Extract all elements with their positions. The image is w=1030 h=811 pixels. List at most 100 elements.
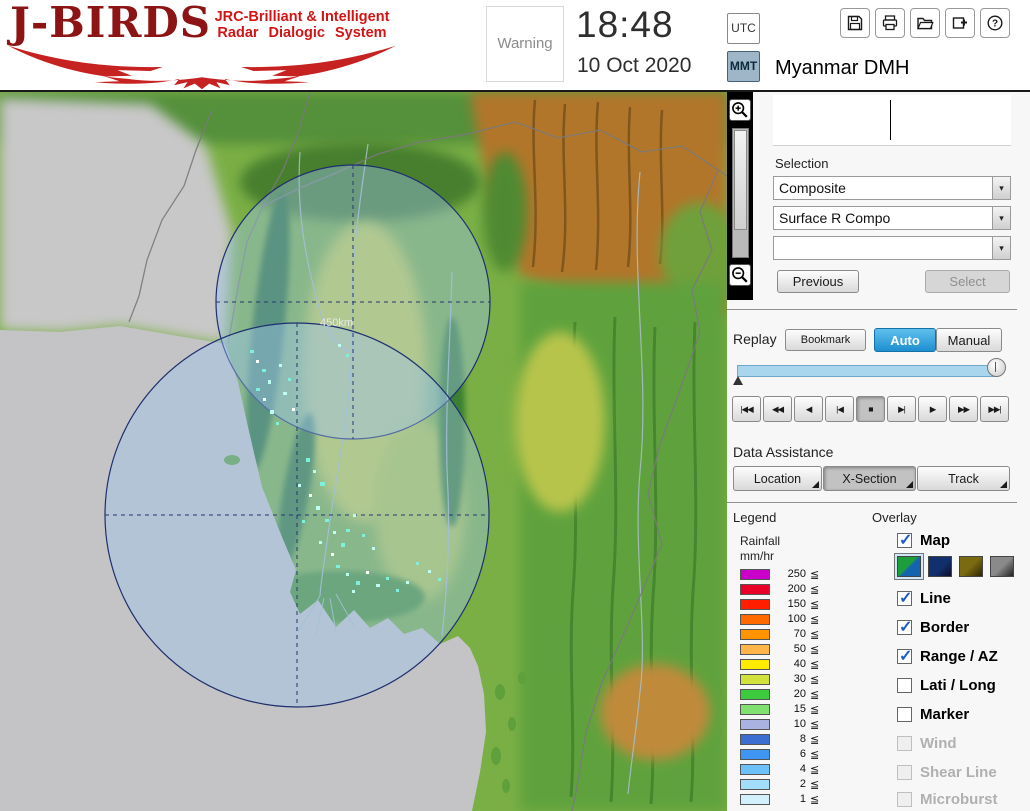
map-style-gray-button[interactable] (990, 556, 1014, 577)
tagline-line1: JRC-Brilliant & Intelligent (214, 9, 390, 25)
radar-map-canvas: 450km (0, 91, 740, 811)
utc-toggle-button[interactable]: UTC (727, 13, 760, 44)
tagline-line2: Radar Dialogic System (217, 25, 387, 41)
bookmark-button[interactable]: Bookmark (785, 329, 866, 351)
shear-line-checkbox (897, 765, 912, 780)
skip-to-start-button[interactable]: |◀◀ (732, 396, 761, 422)
lati-long-checkbox[interactable] (897, 678, 912, 693)
replay-timeline-slider[interactable] (737, 365, 997, 377)
play-button[interactable]: ▶ (918, 396, 947, 422)
map-style-terrain-button[interactable] (897, 556, 921, 577)
open-folder-icon (917, 17, 934, 30)
mmt-toggle-button[interactable]: MMT (727, 51, 760, 82)
save-icon (847, 15, 863, 31)
help-button[interactable]: ? (980, 8, 1010, 38)
legend-color-swatch (740, 614, 770, 625)
clock-time: 18:48 (576, 4, 674, 45)
legend-color-swatch (740, 674, 770, 685)
fast-forward-button[interactable]: ▶▶ (949, 396, 978, 422)
svg-text:?: ? (992, 19, 998, 30)
composite-dropdown[interactable]: Composite ▾ (773, 176, 1011, 200)
zoom-in-button[interactable] (729, 99, 751, 121)
track-button[interactable]: Track (917, 466, 1010, 491)
zoom-slider-track[interactable] (732, 128, 749, 258)
stop-button[interactable]: ■ (856, 396, 885, 422)
add-window-button[interactable] (945, 8, 975, 38)
microburst-checkbox (897, 792, 912, 807)
print-button[interactable] (875, 8, 905, 38)
product-dropdown[interactable]: Surface R Compo ▾ (773, 206, 1011, 230)
zoom-out-icon (732, 267, 748, 283)
selection-label: Selection (775, 156, 829, 171)
legend-color-swatch (740, 599, 770, 610)
legend-color-swatch (740, 719, 770, 730)
help-icon: ? (987, 15, 1003, 31)
zoom-slider-thumb[interactable] (734, 130, 747, 230)
app-tagline: JRC-Brilliant & Intelligent Radar Dialog… (206, 9, 398, 41)
separator (727, 309, 1017, 310)
legend-unit-line1: Rainfall (740, 534, 781, 548)
station-title: Myanmar DMH (775, 57, 910, 79)
step-forward-button[interactable]: ▶| (887, 396, 916, 422)
marker-checkbox[interactable] (897, 707, 912, 722)
legend-color-swatch (740, 689, 770, 700)
timeline-start-marker-icon (733, 376, 743, 385)
open-file-button[interactable] (910, 8, 940, 38)
add-window-icon (952, 17, 967, 29)
control-panel: Selection Composite ▾ Surface R Compo ▾ … (727, 92, 1030, 811)
dropdown-value: Composite (779, 180, 846, 196)
legend-color-swatch (740, 629, 770, 640)
legend-unit-line2: mm/hr (740, 549, 774, 563)
print-icon (882, 15, 898, 31)
legend-color-swatch (740, 569, 770, 580)
playback-controls: |◀◀ ◀◀ ◀ |◀ ■ ▶| ▶ ▶▶ ▶▶| (732, 396, 1009, 422)
fast-rewind-button[interactable]: ◀◀ (763, 396, 792, 422)
save-button[interactable] (840, 8, 870, 38)
legend-color-swatch (740, 704, 770, 715)
warning-button[interactable]: Warning (486, 6, 564, 82)
range-az-checkbox[interactable] (897, 646, 912, 666)
manual-mode-button[interactable]: Manual (936, 328, 1002, 352)
app-logo-title: J-BIRDS (10, 0, 212, 47)
range-label: 450km (320, 317, 353, 329)
legend-color-swatch (740, 734, 770, 745)
data-assistance-label: Data Assistance (733, 444, 834, 460)
replay-label: Replay (733, 331, 777, 347)
chevron-down-icon[interactable]: ▾ (992, 207, 1010, 229)
separator (727, 502, 1017, 503)
legend-color-swatch (740, 749, 770, 760)
play-reverse-button[interactable]: ◀ (794, 396, 823, 422)
clock-date: 10 Oct 2020 (577, 54, 692, 77)
auto-mode-button[interactable]: Auto (874, 328, 936, 352)
sub-product-dropdown[interactable]: ▾ (773, 236, 1011, 260)
legend-label: Legend (733, 510, 777, 525)
step-back-button[interactable]: |◀ (825, 396, 854, 422)
wind-checkbox (897, 736, 912, 751)
zoom-out-button[interactable] (729, 264, 751, 286)
zoom-in-icon (732, 102, 748, 118)
chevron-down-icon[interactable]: ▾ (992, 177, 1010, 199)
line-checkbox[interactable] (897, 588, 912, 608)
map-style-olive-button[interactable] (959, 556, 983, 577)
zoom-control-column (727, 92, 753, 300)
list-divider-line (890, 100, 891, 140)
legend-color-swatch (740, 644, 770, 655)
jbirds-window: J-BIRDS JRC-Brilliant & Intelligent Rada… (0, 0, 1030, 811)
header-bar: J-BIRDS JRC-Brilliant & Intelligent Rada… (0, 0, 1030, 92)
map-style-dark-blue-button[interactable] (928, 556, 952, 577)
chevron-down-icon[interactable]: ▾ (992, 237, 1010, 259)
location-button[interactable]: Location (733, 466, 822, 491)
previous-button[interactable]: Previous (777, 270, 859, 293)
map-checkbox[interactable] (897, 530, 912, 550)
station-list-box[interactable] (773, 95, 1011, 146)
legend-color-swatch (740, 779, 770, 790)
timeline-slider-knob[interactable] (987, 358, 1006, 377)
border-checkbox[interactable] (897, 617, 912, 637)
radar-map[interactable]: 450km (0, 91, 740, 811)
dropdown-value: Surface R Compo (779, 210, 891, 226)
overlay-label: Overlay (872, 510, 917, 525)
skip-to-end-button[interactable]: ▶▶| (980, 396, 1009, 422)
select-button[interactable]: Select (925, 270, 1010, 293)
x-section-button[interactable]: X-Section (823, 466, 916, 491)
legend-color-swatch (740, 584, 770, 595)
